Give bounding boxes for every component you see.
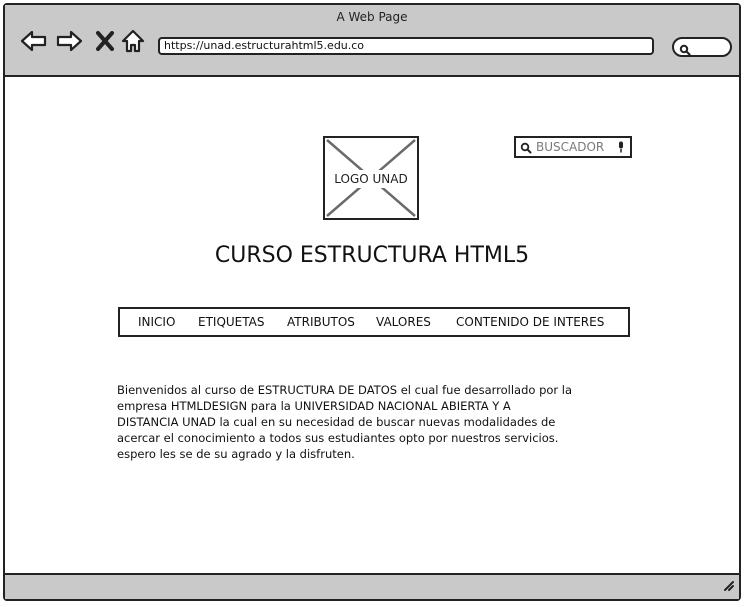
resize-grip-icon[interactable] — [719, 576, 735, 596]
nav-item-atributos[interactable]: ATRIBUTOS — [287, 315, 355, 329]
search-icon — [679, 41, 691, 60]
arrow-right-icon[interactable] — [54, 27, 84, 55]
search-icon — [520, 139, 532, 158]
logo-label: LOGO UNAD — [331, 170, 411, 188]
intro-line: Bienvenidos al curso de ESTRUCTURA DE DA… — [117, 383, 573, 397]
microphone-icon[interactable] — [617, 138, 625, 157]
intro-paragraph: Bienvenidos al curso de ESTRUCTURA DE DA… — [117, 382, 612, 462]
search-placeholder: BUSCADOR — [536, 140, 605, 154]
main-nav: INICIO ETIQUETAS ATRIBUTOS VALORES CONTE… — [118, 307, 630, 337]
intro-line: DISTANCIA UNAD la cual en su necesidad d… — [117, 415, 556, 429]
home-icon[interactable] — [118, 27, 148, 55]
browser-search-button[interactable] — [672, 37, 732, 57]
browser-window: A Web Page https://unad.estructurahtml5.… — [3, 3, 741, 601]
intro-line: espero les se de su agrado y la disfrute… — [117, 447, 355, 461]
intro-line: acercar el conocimiento a todos sus estu… — [117, 431, 559, 445]
browser-toolbar: A Web Page https://unad.estructurahtml5.… — [5, 5, 739, 77]
logo-placeholder: LOGO UNAD — [323, 136, 419, 220]
page-title: CURSO ESTRUCTURA HTML5 — [214, 243, 530, 268]
window-title: A Web Page — [336, 10, 408, 24]
nav-item-inicio[interactable]: INICIO — [138, 315, 175, 329]
arrow-left-icon[interactable] — [19, 27, 49, 55]
status-bar — [5, 573, 739, 599]
close-icon[interactable] — [90, 27, 120, 55]
nav-item-etiquetas[interactable]: ETIQUETAS — [198, 315, 265, 329]
intro-line: empresa HTMLDESIGN para la UNIVERSIDAD N… — [117, 399, 511, 413]
page-content: LOGO UNAD BUSCADOR CURSO ESTRUCTURA HTML… — [5, 77, 739, 575]
address-bar[interactable]: https://unad.estructurahtml5.edu.co — [158, 37, 654, 55]
search-input[interactable]: BUSCADOR — [514, 136, 632, 158]
nav-item-contenido-de-interes[interactable]: CONTENIDO DE INTERES — [456, 315, 604, 329]
nav-item-valores[interactable]: VALORES — [376, 315, 431, 329]
